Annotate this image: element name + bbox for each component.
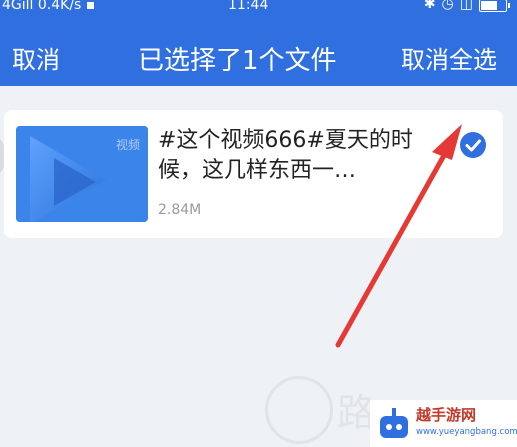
watermark-badge: 越手游网 www.yueyangbang.com (370, 400, 517, 447)
thumbnail-type-label: 视频 (115, 138, 140, 152)
watermark-title: 越手游网 (416, 406, 477, 424)
watermark-circle-icon (265, 376, 333, 444)
network-type: 4G (2, 0, 22, 13)
watermark-url: www.yueyangbang.com (416, 427, 517, 437)
status-left: 4Gıll 0.4K/s ▪ (2, 0, 95, 13)
file-size: 2.84M (158, 202, 202, 218)
bluetooth-icon: ✱ (423, 0, 436, 12)
file-list-item[interactable]: 视频 #这个视频666#夏天的时候，这几样东西一… 2.84M (4, 110, 503, 238)
video-thumbnail: 视频 (16, 126, 148, 222)
video-camera-icon: ▪ (85, 0, 96, 13)
network-speed: 0.4K/s (37, 0, 82, 13)
file-name: #这个视频666#夏天的时候，这几样东西一… (158, 128, 413, 183)
watermark-logo: 路 (265, 372, 385, 447)
watermark-robot-icon (380, 408, 408, 438)
status-time: 11:44 (228, 0, 269, 13)
mute-icon: ◫ (459, 0, 473, 12)
status-bar: 4Gıll 0.4K/s ▪ 11:44 ✱ ◷ ◫ (0, 0, 517, 18)
cancel-button[interactable]: 取消 (12, 40, 60, 75)
signal-icon: ıll (21, 0, 34, 13)
selected-check-icon[interactable] (460, 132, 486, 158)
selection-title: 已选择了1个文件 (138, 46, 337, 76)
alarm-icon: ◷ (441, 0, 454, 12)
deselect-all-button[interactable]: 取消全选 (401, 40, 497, 75)
top-action-bar: 取消 已选择了1个文件 取消全选 (0, 18, 517, 86)
battery-icon (479, 0, 510, 12)
status-right: ✱ ◷ ◫ (423, 0, 510, 12)
